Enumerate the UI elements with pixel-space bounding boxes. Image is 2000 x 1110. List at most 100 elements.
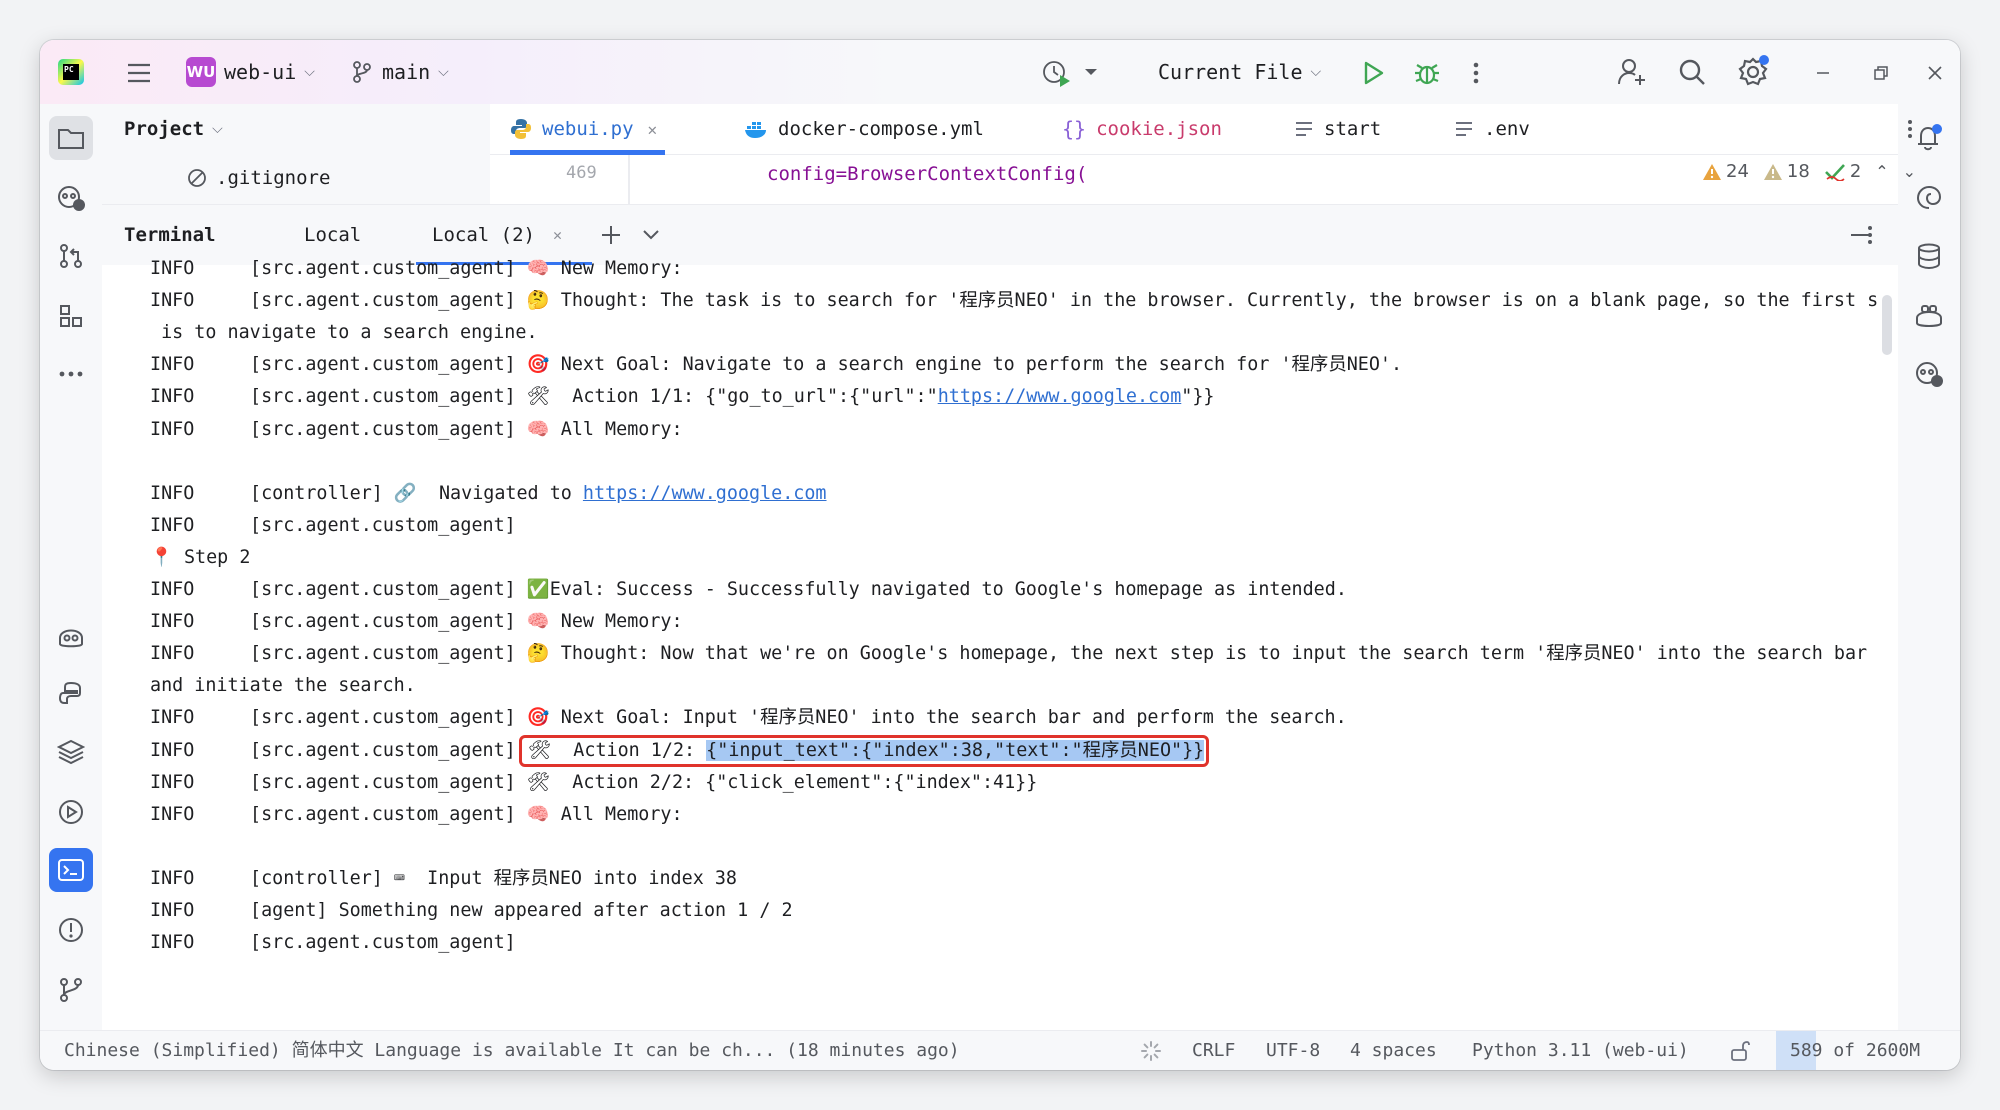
chevron-down-icon: ⌵: [212, 121, 223, 137]
log-level: INFO: [150, 386, 195, 408]
version-control-icon[interactable]: [49, 968, 93, 1012]
terminal-line: INFO [src.agent.custom_agent] 🛠 Action 1/…: [150, 381, 1215, 413]
branch-name: main: [382, 60, 431, 84]
close-tab-icon[interactable]: ✕: [553, 226, 562, 244]
python-icon: [510, 118, 532, 140]
terminal-scrollbar[interactable]: [1882, 295, 1892, 355]
tab-webui-py[interactable]: webui.py ✕: [510, 104, 666, 155]
debug-icon[interactable]: [1412, 58, 1442, 88]
code-peek: 469 config=BrowserContextConfig( 24 18 2…: [490, 155, 1916, 204]
run-widget[interactable]: [1040, 40, 1100, 104]
close-window-icon[interactable]: [1920, 58, 1950, 88]
typos-indicator: 2: [1824, 161, 1861, 182]
file-encoding[interactable]: UTF-8: [1266, 1031, 1320, 1070]
highlighted-action: 🛠 Action 1/2: {"input_text":{"index":38,…: [518, 734, 1210, 767]
services-icon[interactable]: [49, 790, 93, 834]
tab-start[interactable]: start: [1294, 104, 1381, 154]
tab-env[interactable]: .env: [1454, 104, 1530, 154]
terminal-line: INFO [src.agent.custom_agent] ✅Eval: Succ…: [150, 574, 1347, 606]
tab-cookie-json[interactable]: {} cookie.json: [1062, 104, 1222, 154]
git-copilot-icon[interactable]: [49, 614, 93, 658]
project-badge: WU: [186, 57, 216, 87]
background-tasks-spinner-icon[interactable]: [1140, 1031, 1162, 1070]
chevron-down-icon[interactable]: ⌄: [1903, 162, 1916, 181]
structure-icon[interactable]: [49, 294, 93, 338]
log-message: [src.agent.custom_agent] 🤔 Thought: The …: [250, 290, 1879, 312]
selected-text[interactable]: {"input_text":{"index":38,"text":"程序员NEO…: [706, 739, 1205, 761]
settings-gear-icon[interactable]: [1736, 54, 1770, 88]
minimize-icon[interactable]: [1808, 58, 1838, 88]
close-tab-icon[interactable]: ✕: [648, 120, 658, 139]
hide-terminal-icon[interactable]: [1846, 220, 1876, 250]
code-with-me-icon[interactable]: [1616, 56, 1648, 88]
indent-setting[interactable]: 4 spaces: [1350, 1031, 1437, 1070]
log-level: INFO: [150, 579, 195, 600]
database-icon[interactable]: [1907, 234, 1951, 278]
log-message: [src.agent.custom_agent] 🎯 Next Goal: Na…: [250, 354, 1403, 376]
pycharm-logo-icon[interactable]: PC: [58, 59, 84, 85]
log-message: "}}: [1181, 386, 1215, 408]
chevron-up-icon[interactable]: ⌃: [1875, 162, 1888, 181]
project-selector[interactable]: WU web-ui ⌵: [186, 40, 315, 104]
log-message: 🛠 Action 1/2:: [527, 739, 707, 761]
copilot-icon[interactable]: [1907, 294, 1951, 338]
log-message: 📍 Step 2: [150, 546, 251, 568]
weak-warning-icon: [1763, 163, 1782, 180]
tab-docker-compose[interactable]: docker-compose.yml: [744, 104, 984, 154]
python-interpreter[interactable]: Python 3.11 (web-ui): [1472, 1031, 1689, 1070]
commit-icon[interactable]: [49, 234, 93, 278]
log-message: [src.agent.custom_agent] 🤔 Thought: Now …: [250, 643, 1868, 665]
log-level: INFO: [150, 611, 195, 633]
text-file-icon: [1454, 120, 1474, 138]
project-folder-icon[interactable]: [49, 116, 93, 160]
log-level: INFO: [150, 707, 195, 729]
log-message: [src.agent.custom_agent] 🧠 New Memory:: [250, 258, 683, 279]
left-tool-strip: [40, 104, 103, 1030]
project-panel-header[interactable]: Project ⌵: [124, 104, 223, 154]
new-terminal-plus-icon[interactable]: [596, 220, 626, 250]
log-message: [src.agent.custom_agent]: [250, 932, 516, 954]
branch-selector[interactable]: main ⌵: [352, 40, 449, 104]
terminal-output[interactable]: INFO [src.agent.custom_agent] 🧠 New Memor…: [102, 258, 1898, 1030]
chevron-down-icon: ⌵: [438, 64, 449, 80]
terminal-line: and initiate the search.: [150, 670, 416, 702]
log-message: and initiate the search.: [150, 675, 416, 697]
log-url-link[interactable]: https://www.google.com: [583, 483, 827, 504]
run-icon[interactable]: [1358, 58, 1388, 88]
terminal-line: INFO [src.agent.custom_agent] 🎯 Next Goal…: [150, 702, 1347, 734]
restore-window-icon[interactable]: [1866, 58, 1896, 88]
memory-indicator[interactable]: 589 of 2600M: [1776, 1031, 1952, 1070]
more-actions-icon[interactable]: [1466, 58, 1486, 88]
inspection-widget[interactable]: 24 18 2 ⌃ ⌄: [1702, 161, 1916, 182]
main-menu-icon[interactable]: [124, 58, 154, 88]
json-braces-icon: {}: [1062, 117, 1087, 141]
project-tree-item[interactable]: .gitignore: [186, 158, 330, 198]
terminal-line: is to navigate to a search engine.: [150, 317, 537, 349]
terminal-line: INFO [src.agent.custom_agent] 🤔 Thought: …: [150, 638, 1867, 670]
readonly-lock-icon[interactable]: [1730, 1031, 1750, 1070]
log-level: INFO: [150, 482, 195, 504]
status-notification[interactable]: Chinese (Simplified) 简体中文 Language is av…: [64, 1031, 960, 1070]
terminal-line: INFO [controller] 🔗 Navigated to https://…: [150, 478, 827, 510]
line-separator[interactable]: CRLF: [1192, 1031, 1235, 1070]
search-icon[interactable]: [1676, 56, 1708, 88]
ai-chat-spiral-icon[interactable]: [1907, 176, 1951, 220]
terminal-line: INFO [src.agent.custom_agent] 🧠 New Memor…: [150, 606, 683, 638]
tab-label: docker-compose.yml: [778, 118, 984, 140]
run-config-selector[interactable]: Current File ⌵: [1158, 40, 1321, 104]
python-console-icon[interactable]: [49, 672, 93, 716]
ai-assistant-right-icon[interactable]: [1907, 352, 1951, 396]
terminal-icon[interactable]: [49, 848, 93, 892]
tabs-more-icon[interactable]: [1900, 114, 1920, 144]
warning-icon: [1703, 163, 1721, 180]
more-tools-icon[interactable]: [49, 352, 93, 396]
log-url-link[interactable]: https://www.google.com: [938, 386, 1182, 407]
layers-icon[interactable]: [49, 730, 93, 774]
ai-assistant-icon[interactable]: [49, 176, 93, 220]
log-level: INFO: [150, 514, 195, 536]
ignored-file-icon: [188, 169, 206, 187]
problems-icon[interactable]: [49, 908, 93, 952]
terminal-options-chevron-icon[interactable]: [636, 220, 666, 250]
tab-label: .env: [1484, 118, 1530, 140]
project-panel-title: Project: [124, 118, 205, 140]
